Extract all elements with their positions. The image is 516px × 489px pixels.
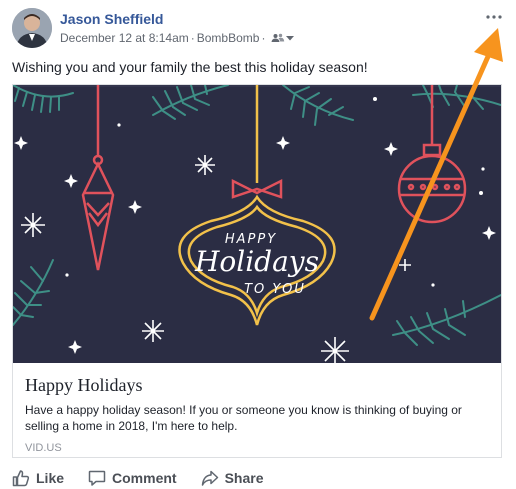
like-button[interactable]: Like [12,469,64,487]
share-icon [201,470,218,486]
author-name[interactable]: Jason Sheffield [60,11,163,27]
chevron-down-icon [286,36,295,41]
card-description: Have a happy holiday season! If you or s… [25,403,462,433]
card-domain: VID.US [25,442,62,454]
link-preview-card[interactable]: HAPPY Holidays TO YOU Happy Holidays Hav… [12,84,502,458]
post-text: Wishing you and your family the best thi… [12,59,368,75]
post-actions: Like Comment Share [12,468,312,488]
meta-separator: · [190,31,195,45]
comment-label: Comment [112,470,177,486]
card-body: Happy Holidays Have a happy holiday seas… [13,363,501,454]
like-label: Like [36,470,65,486]
share-button[interactable]: Share [201,469,264,487]
card-image[interactable]: HAPPY Holidays TO YOU [13,85,501,363]
meta-separator-2: · [261,31,266,45]
comment-icon [88,470,106,486]
post-header: Jason Sheffield December 12 at 8:14am · … [12,8,504,50]
image-text-main: Holidays [194,245,319,278]
post-meta: December 12 at 8:14am · BombBomb · [60,31,295,45]
thumbs-up-icon [12,470,30,487]
image-text-bottom: TO YOU [244,282,306,297]
post-via-app[interactable]: BombBomb [197,31,260,45]
card-title[interactable]: Happy Holidays [25,374,489,396]
post-timestamp[interactable]: December 12 at 8:14am [60,31,189,45]
more-icon [486,15,502,19]
more-options-button[interactable] [484,10,504,24]
share-label: Share [224,470,264,486]
comment-button[interactable]: Comment [88,469,177,487]
avatar[interactable] [12,8,52,48]
audience-selector[interactable] [271,33,295,43]
friends-icon [271,33,285,42]
